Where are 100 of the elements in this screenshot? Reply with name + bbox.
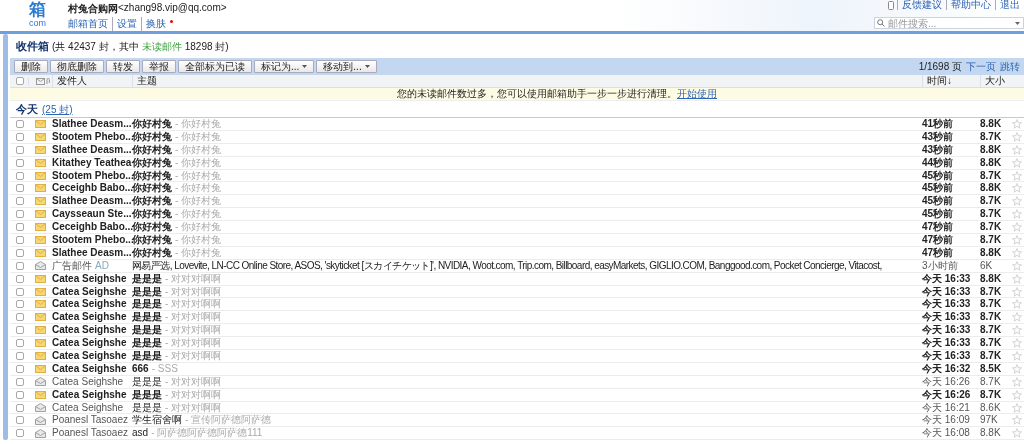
toolbar-button[interactable]: 删除 — [14, 60, 48, 73]
checkbox[interactable] — [16, 236, 24, 244]
star-icon[interactable] — [1012, 325, 1022, 336]
search-field[interactable]: 邮件搜索... — [874, 17, 1024, 29]
subject-text[interactable]: 是是是 — [132, 375, 162, 388]
subject-text[interactable]: 学生宿舍啊 — [132, 414, 182, 427]
subject-text[interactable]: 你好村兔 — [132, 143, 172, 156]
checkbox[interactable] — [16, 300, 24, 309]
checkbox[interactable] — [16, 223, 24, 232]
subject-text[interactable]: 是是是 — [132, 401, 162, 414]
toolbar-button[interactable]: 全部标为已读 — [178, 60, 252, 73]
star-icon[interactable] — [1012, 144, 1022, 155]
checkbox[interactable] — [16, 145, 24, 154]
star-icon[interactable] — [1012, 389, 1022, 400]
top-link[interactable]: 反馈建议 — [897, 0, 946, 10]
subject-text[interactable]: 你好村兔 — [132, 234, 172, 246]
star-icon[interactable] — [1012, 196, 1022, 207]
checkbox[interactable] — [16, 429, 24, 438]
subject-text[interactable]: 你好村兔 — [132, 208, 172, 221]
subject-text[interactable]: 666 — [132, 362, 149, 375]
subject-text[interactable]: 你好村兔 — [132, 246, 172, 259]
phone-icon[interactable] — [888, 0, 894, 10]
checkbox[interactable] — [16, 339, 24, 348]
toolbar-button[interactable]: 彻底删除 — [50, 60, 104, 73]
subject-text[interactable]: 是是是 — [132, 350, 162, 363]
star-icon[interactable] — [1012, 402, 1022, 413]
subject-text[interactable]: 是是是 — [132, 311, 162, 324]
star-icon[interactable] — [1012, 273, 1022, 284]
checkbox[interactable] — [16, 210, 24, 219]
checkbox[interactable] — [16, 403, 24, 412]
checkbox[interactable] — [16, 261, 24, 270]
checkbox[interactable] — [16, 120, 24, 128]
star-icon[interactable] — [1012, 312, 1022, 323]
star-icon[interactable] — [1012, 338, 1022, 349]
checkbox[interactable] — [16, 416, 24, 425]
checkbox[interactable] — [16, 313, 24, 322]
subject-text[interactable]: 你好村兔 — [132, 130, 172, 143]
subject-text[interactable]: 是是是 — [132, 272, 162, 285]
checkbox[interactable] — [16, 274, 24, 283]
checkbox[interactable] — [16, 352, 24, 361]
checkbox[interactable] — [16, 171, 24, 180]
subject-text[interactable]: 是是是 — [132, 298, 162, 311]
next-page-link[interactable]: 下一页 — [966, 59, 996, 74]
checkbox[interactable] — [16, 132, 24, 141]
caret-icon[interactable] — [1015, 22, 1020, 25]
time-text: 45秒前 — [922, 195, 955, 208]
subject-text[interactable]: 是是是 — [132, 285, 162, 298]
star-icon[interactable] — [1012, 119, 1022, 129]
top-link[interactable]: 退出 — [995, 0, 1024, 10]
star-icon[interactable] — [1012, 286, 1022, 297]
checkbox[interactable] — [16, 364, 24, 373]
subject-text[interactable]: 你好村兔 — [132, 156, 172, 169]
checkbox[interactable] — [16, 326, 24, 335]
star-icon[interactable] — [1012, 299, 1022, 310]
subject-text[interactable]: 是是是 — [132, 324, 162, 337]
toolbar-button[interactable]: 移动到... — [316, 60, 377, 73]
checkbox[interactable] — [16, 248, 24, 257]
star-icon[interactable] — [1012, 183, 1022, 194]
star-icon[interactable] — [1012, 235, 1022, 245]
checkbox[interactable] — [16, 377, 24, 386]
star-icon[interactable] — [1012, 376, 1022, 387]
toolbar-button[interactable]: 标记为... — [254, 60, 315, 73]
star-icon[interactable] — [1012, 428, 1022, 439]
star-icon[interactable] — [1012, 363, 1022, 374]
subject-text[interactable]: asd — [132, 427, 149, 440]
star-icon[interactable] — [1012, 260, 1022, 271]
column-header[interactable]: 时间↓ — [922, 75, 980, 87]
column-header[interactable]: 大小 — [980, 75, 1010, 87]
star-icon[interactable] — [1012, 222, 1022, 233]
subject-text[interactable]: 你好村兔 — [132, 169, 172, 182]
star-icon[interactable] — [1012, 209, 1022, 220]
star-icon[interactable] — [1012, 131, 1022, 142]
group-count-link[interactable]: (25 封) — [42, 103, 73, 117]
subject-text[interactable]: 是是是 — [132, 388, 162, 401]
checkbox[interactable] — [16, 287, 24, 296]
star-icon[interactable] — [1012, 351, 1022, 362]
checkbox[interactable] — [16, 184, 24, 193]
subject-text[interactable]: 你好村兔 — [132, 221, 172, 234]
subject-text[interactable]: 你好村兔 — [132, 182, 172, 195]
star-icon[interactable] — [1012, 170, 1022, 181]
start-link[interactable]: 开始使用 — [677, 88, 717, 99]
star-icon[interactable] — [1012, 157, 1022, 168]
nav-link[interactable]: 邮箱首页 — [68, 17, 112, 31]
jump-link[interactable]: 跳转 — [1000, 59, 1020, 74]
subject-text[interactable]: 是是是 — [132, 337, 162, 350]
subject-text[interactable]: 你好村兔 — [132, 118, 172, 130]
star-icon[interactable] — [1012, 415, 1022, 426]
checkbox[interactable] — [16, 390, 24, 399]
column-header[interactable]: 主题 — [132, 75, 922, 87]
select-all-checkbox[interactable] — [16, 77, 24, 85]
subject-text[interactable]: 你好村兔 — [132, 195, 172, 208]
top-link[interactable]: 帮助中心 — [946, 0, 995, 10]
star-icon[interactable] — [1012, 247, 1022, 258]
checkbox[interactable] — [16, 197, 24, 206]
column-header[interactable]: 发件人 — [52, 75, 132, 87]
checkbox[interactable] — [16, 158, 24, 167]
subject-text[interactable]: 网易严选, Lovevite, LN-CC Online Store, ASOS, 'skyticket [スカイチケット]', NVIDIA, Woot.com, Trip.com, Billboard, easyMarkets, GIGLIO.COM, Banggood.com, Pocket Concierge, Vitacost, — [132, 259, 882, 272]
toolbar-button[interactable]: 举报 — [142, 60, 176, 73]
logo-text[interactable]: 箱 — [29, 1, 46, 19]
toolbar-button[interactable]: 转发 — [106, 60, 140, 73]
